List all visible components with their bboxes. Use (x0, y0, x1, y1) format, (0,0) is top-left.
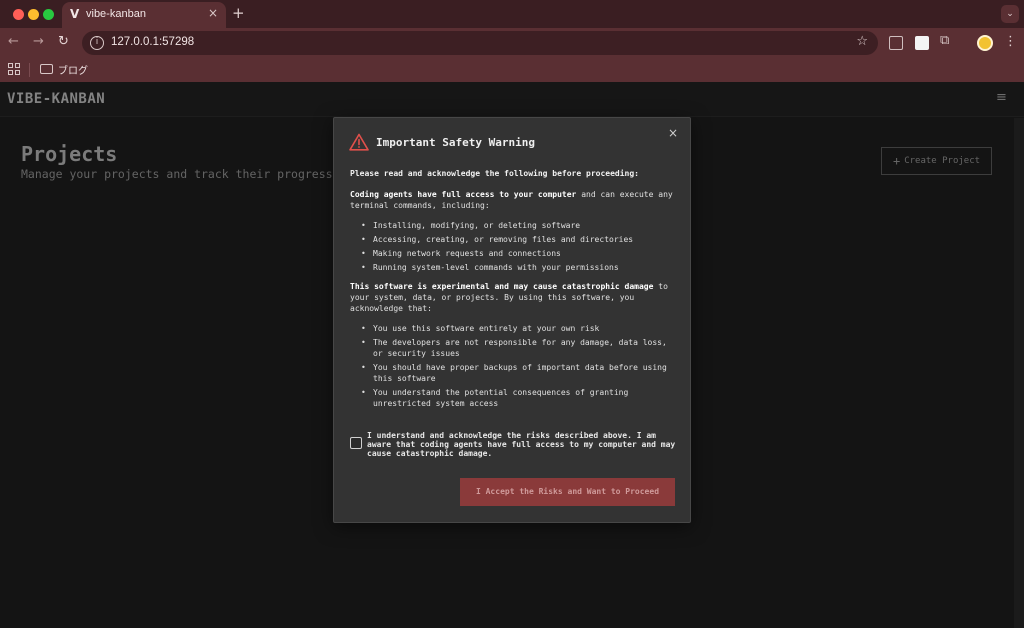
extension-icon[interactable] (915, 36, 929, 50)
accept-risks-button[interactable]: I Accept the Risks and Want to Proceed (460, 478, 675, 506)
tab-search-icon[interactable]: ⌄ (1001, 5, 1019, 23)
extensions-puzzle-icon[interactable]: ⧉ (940, 33, 949, 48)
close-window-button[interactable] (13, 9, 24, 20)
acknowledge-checkbox-label[interactable]: I understand and acknowledge the risks d… (367, 431, 677, 458)
bookmarks-divider (29, 63, 30, 77)
browser-menu-icon[interactable]: ⋮ (1004, 34, 1017, 49)
tab-title: vibe-kanban (86, 8, 146, 20)
minimize-window-button[interactable] (28, 9, 39, 20)
url-text[interactable]: 127.0.0.1:57298 (111, 36, 194, 48)
dialog-intro: Please read and acknowledge the followin… (350, 169, 639, 178)
bookmark-folder-label[interactable]: ブログ (58, 62, 88, 77)
forward-icon[interactable]: → (33, 34, 44, 49)
dialog-paragraph-1: Coding agents have full access to your c… (350, 189, 680, 211)
list-item: Running system-level commands with your … (361, 262, 679, 273)
bookmarks-bar: ブログ (0, 58, 1024, 82)
tab-close-icon[interactable]: × (208, 6, 218, 20)
dialog-title: Important Safety Warning (376, 136, 535, 149)
back-icon[interactable]: ← (8, 34, 19, 49)
safety-warning-dialog: × Important Safety Warning Please read a… (333, 117, 691, 523)
acknowledge-checkbox[interactable] (350, 437, 362, 449)
list-item: You use this software entirely at your o… (361, 323, 679, 334)
favicon-icon: V (70, 7, 80, 21)
bookmark-star-icon[interactable]: ☆ (856, 34, 868, 49)
maximize-window-button[interactable] (43, 9, 54, 20)
capabilities-list: Installing, modifying, or deleting softw… (361, 220, 679, 276)
paragraph-2-emphasis: This software is experimental and may ca… (350, 282, 654, 291)
extension-icon[interactable] (889, 36, 903, 50)
browser-tab-strip: V vibe-kanban × + ⌄ (0, 0, 1024, 28)
warning-triangle-icon (349, 133, 369, 151)
list-item: You should have proper backups of import… (361, 362, 679, 384)
list-item: Making network requests and connections (361, 248, 679, 259)
list-item: You understand the potential consequence… (361, 387, 679, 409)
paragraph-1-emphasis: Coding agents have full access to your c… (350, 190, 577, 199)
list-item: Accessing, creating, or removing files a… (361, 234, 679, 245)
browser-toolbar: ← → ↻ i 127.0.0.1:57298 ☆ ⧉ ⋮ (0, 28, 1024, 58)
profile-avatar[interactable] (977, 35, 993, 51)
list-item: Installing, modifying, or deleting softw… (361, 220, 679, 231)
browser-tab-vibe-kanban[interactable]: V vibe-kanban × (62, 2, 226, 28)
dialog-paragraph-2: This software is experimental and may ca… (350, 281, 680, 314)
list-item: The developers are not responsible for a… (361, 337, 679, 359)
site-info-icon[interactable]: i (90, 36, 104, 50)
new-tab-icon[interactable]: + (232, 4, 245, 22)
close-icon[interactable]: × (668, 126, 678, 140)
reload-icon[interactable]: ↻ (58, 34, 69, 49)
folder-icon[interactable] (40, 64, 53, 74)
apps-grid-icon[interactable] (8, 63, 20, 75)
address-bar[interactable]: i 127.0.0.1:57298 ☆ (82, 31, 878, 55)
acknowledgement-list: You use this software entirely at your o… (361, 323, 679, 412)
